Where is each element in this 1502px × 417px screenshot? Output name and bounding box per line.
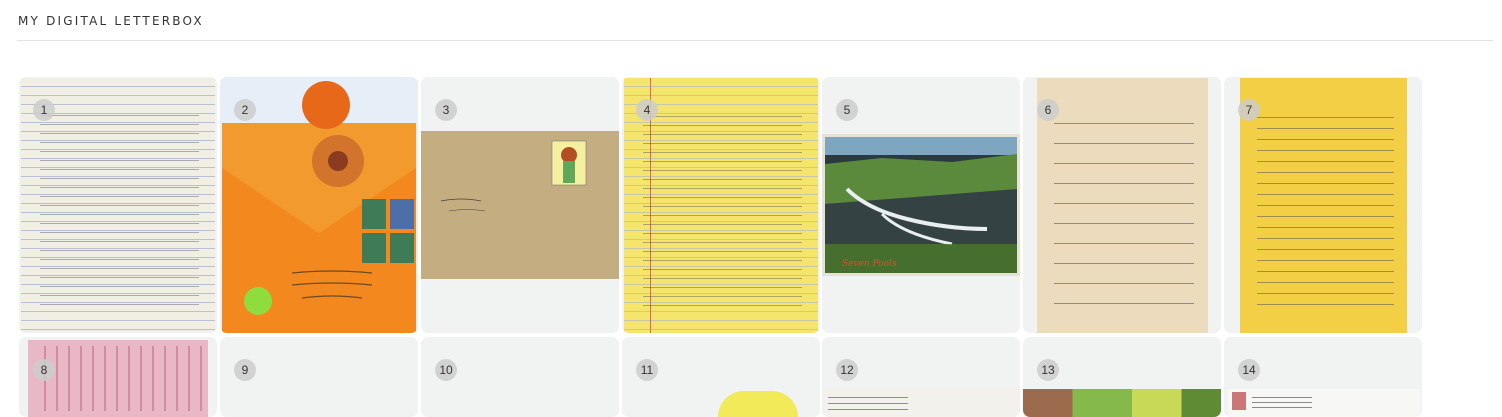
flower-photo-thumbnail [718, 391, 798, 417]
letter-number-badge: 5 [836, 99, 858, 121]
photo-collage-thumbnail [1023, 389, 1221, 417]
card-thumbnail [421, 131, 619, 279]
svg-text:Seven Pools: Seven Pools [842, 259, 897, 269]
letter-number-badge: 12 [836, 359, 858, 381]
letter-number-badge: 9 [234, 359, 256, 381]
letter-number-badge: 10 [435, 359, 457, 381]
letter-tile-6[interactable]: 6 [1023, 77, 1221, 333]
letter-tile-11[interactable]: 11 [622, 337, 820, 417]
letter-tile-14[interactable]: 14 [1224, 337, 1422, 417]
letter-number-badge: 4 [636, 99, 658, 121]
postcard-thumbnail [822, 388, 1020, 417]
letter-tile-5[interactable]: 5 Seven Pools [822, 77, 1020, 333]
letter-tile-2[interactable]: 2 [220, 77, 418, 333]
letter-tile-10[interactable]: 10 [421, 337, 619, 417]
flower-decoration-icon [302, 81, 350, 129]
handwritten-letter-thumbnail [1240, 78, 1407, 333]
letter-number-badge: 13 [1037, 359, 1059, 381]
letter-tile-3[interactable]: 3 [421, 77, 619, 333]
letter-tile-1[interactable]: 1 [19, 77, 217, 333]
letter-number-badge: 2 [234, 99, 256, 121]
letter-number-badge: 14 [1238, 359, 1260, 381]
letter-number-badge: 11 [636, 359, 658, 381]
page-header: MY DIGITAL LETTERBOX [18, 14, 204, 28]
typed-letter-thumbnail [1228, 389, 1420, 417]
letter-number-badge: 7 [1238, 99, 1260, 121]
envelope-thumbnail [222, 123, 416, 333]
letter-number-badge: 3 [435, 99, 457, 121]
letter-tile-7[interactable]: 7 [1224, 77, 1422, 333]
handwritten-letter-thumbnail [1037, 78, 1208, 333]
letter-tile-13[interactable]: 13 [1023, 337, 1221, 417]
stamped-paper-thumbnail [28, 340, 208, 417]
letter-number-badge: 8 [33, 359, 55, 381]
letter-number-badge: 1 [33, 99, 55, 121]
postcard-thumbnail: Seven Pools [822, 134, 1020, 276]
letter-tile-12[interactable]: 12 [822, 337, 1020, 417]
page-title: MY DIGITAL LETTERBOX [18, 14, 204, 28]
header-divider [17, 40, 1493, 41]
letter-tile-4[interactable]: 4 [622, 77, 820, 333]
letter-tile-8[interactable]: 8 [19, 337, 217, 417]
letter-number-badge: 6 [1037, 99, 1059, 121]
letter-tile-9[interactable]: 9 [220, 337, 418, 417]
